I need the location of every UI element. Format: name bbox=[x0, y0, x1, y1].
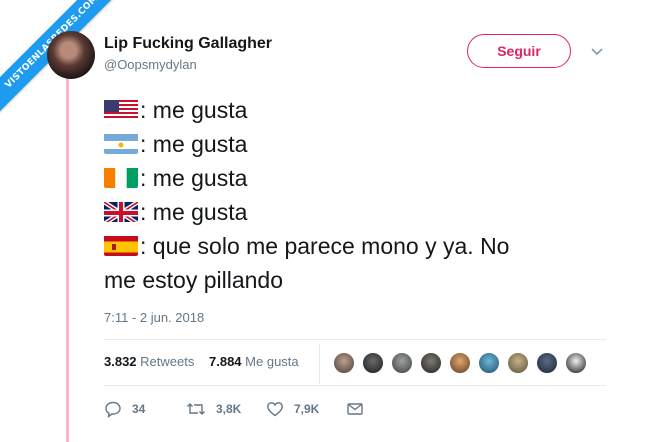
like-count: 7,9K bbox=[294, 402, 320, 416]
user-name[interactable]: Lip Fucking Gallagher bbox=[104, 35, 272, 53]
tweet-timestamp[interactable]: 7:11 - 2 jun. 2018 bbox=[104, 310, 204, 325]
liker-avatar[interactable] bbox=[535, 351, 559, 375]
tweet-line-2: : me gusta bbox=[104, 128, 247, 160]
retweets-label[interactable]: Retweets bbox=[140, 354, 194, 369]
tweet-text-2: : me gusta bbox=[140, 131, 248, 157]
envelope-icon bbox=[347, 403, 363, 415]
liker-avatar[interactable] bbox=[448, 351, 472, 375]
likes-label[interactable]: Me gusta bbox=[245, 354, 298, 369]
tweet-text-6: me estoy pillando bbox=[104, 267, 283, 293]
uk-flag-icon bbox=[104, 200, 138, 222]
liker-avatar[interactable] bbox=[477, 351, 501, 375]
retweets-count[interactable]: 3.832 bbox=[104, 354, 137, 369]
argentina-flag-icon bbox=[104, 132, 138, 154]
retweet-action[interactable]: 3,8K bbox=[186, 398, 241, 420]
tweet-line-5: : que solo me parece mono y ya. No bbox=[104, 230, 509, 262]
liker-avatar[interactable] bbox=[419, 351, 443, 375]
tweet-line-4: : me gusta bbox=[104, 196, 247, 228]
tweet-line-6: me estoy pillando bbox=[104, 264, 283, 296]
like-action[interactable]: 7,9K bbox=[266, 398, 319, 420]
retweet-icon bbox=[187, 403, 205, 415]
tweet-text-3: : me gusta bbox=[140, 165, 248, 191]
liker-avatar[interactable] bbox=[564, 351, 588, 375]
reply-action[interactable]: 34 bbox=[104, 398, 145, 420]
user-handle[interactable]: @Oopsmydylan bbox=[104, 57, 197, 72]
reply-icon bbox=[105, 401, 121, 418]
liker-avatar[interactable] bbox=[390, 351, 414, 375]
message-action[interactable] bbox=[346, 398, 374, 420]
chevron-down-icon[interactable] bbox=[590, 44, 604, 63]
retweet-count: 3,8K bbox=[216, 402, 242, 416]
page-left-edge bbox=[0, 0, 3, 442]
avatar[interactable] bbox=[47, 31, 95, 79]
spain-flag-icon bbox=[104, 234, 138, 256]
liker-avatar[interactable] bbox=[332, 351, 356, 375]
heart-icon bbox=[267, 402, 283, 417]
liker-avatar[interactable] bbox=[506, 351, 530, 375]
reply-count: 34 bbox=[132, 402, 146, 416]
follow-button[interactable]: Seguir bbox=[467, 34, 571, 68]
tweet-actions: 34 3,8K 7,9K bbox=[104, 398, 404, 420]
liker-avatar[interactable] bbox=[361, 351, 385, 375]
tweet-line-1: : me gusta bbox=[104, 94, 247, 126]
divider-top bbox=[104, 339, 606, 340]
tweet-text-1: : me gusta bbox=[140, 97, 248, 123]
tweet-text-4: : me gusta bbox=[140, 199, 248, 225]
likes-count[interactable]: 7.884 bbox=[209, 354, 242, 369]
us-flag-icon bbox=[104, 98, 138, 120]
tweet-text-5: : que solo me parece mono y ya. No bbox=[140, 233, 510, 259]
stats-divider bbox=[319, 344, 320, 384]
divider-bottom bbox=[104, 385, 606, 386]
tweet-stats: 3.832 Retweets 7.884 Me gusta bbox=[104, 354, 299, 369]
tweet-line-3: : me gusta bbox=[104, 162, 247, 194]
thread-line bbox=[66, 78, 69, 442]
ivory-coast-flag-icon bbox=[104, 166, 138, 188]
